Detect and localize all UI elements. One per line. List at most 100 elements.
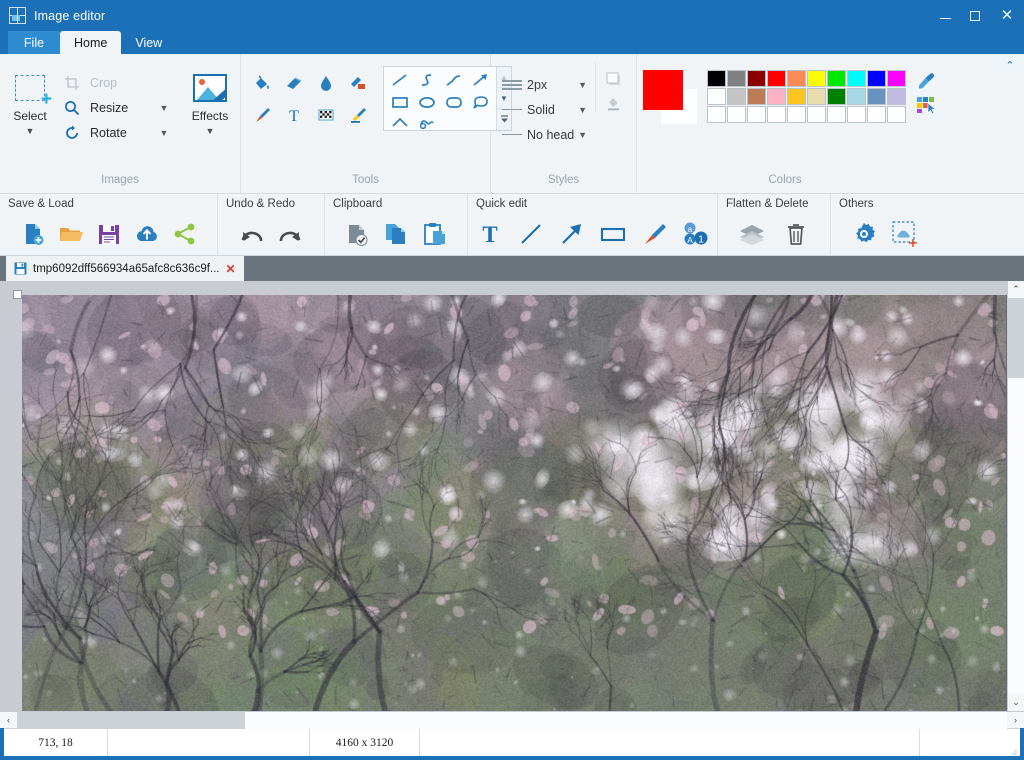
color-swatch-row2-0[interactable]	[707, 88, 726, 105]
color-swatch-row3-2[interactable]	[747, 106, 766, 123]
scroll-right-button[interactable]: ›	[1007, 712, 1024, 729]
color-swatch-row3-0[interactable]	[707, 106, 726, 123]
s-curve-shape[interactable]	[413, 69, 440, 91]
color-swatch-row3-6[interactable]	[827, 106, 846, 123]
color-swatch-row2-2[interactable]	[747, 88, 766, 105]
shadow-style-icon[interactable]	[604, 70, 624, 88]
color-palette-icon[interactable]	[916, 96, 936, 114]
collapse-ribbon-button[interactable]: ⌃	[1000, 56, 1020, 74]
tab-home[interactable]: Home	[60, 31, 122, 54]
rounded-rect-shape[interactable]	[440, 91, 467, 113]
color-replace-icon[interactable]	[343, 68, 373, 98]
line-style-dropdown[interactable]: Solid ▼	[497, 97, 591, 122]
color-swatch-row3-7[interactable]	[847, 106, 866, 123]
color-swatch-row2-6[interactable]	[827, 88, 846, 105]
color-swatch-row2-9[interactable]	[887, 88, 906, 105]
color-swatch-row2-4[interactable]	[787, 88, 806, 105]
copy-icon[interactable]	[381, 219, 411, 249]
undo-arrow-icon[interactable]	[237, 219, 267, 249]
eyedropper-icon[interactable]	[917, 72, 935, 90]
paintbrush-icon[interactable]	[247, 100, 277, 130]
water-drop-icon[interactable]	[311, 68, 341, 98]
color-swatch-row2-3[interactable]	[767, 88, 786, 105]
effects-caret-icon[interactable]: ▼	[206, 126, 215, 136]
color-swatch-row1-4[interactable]	[787, 70, 806, 87]
color-swatch-row3-9[interactable]	[887, 106, 906, 123]
line-style-caret-icon[interactable]: ▼	[578, 105, 591, 115]
fill-bucket-icon[interactable]	[247, 68, 277, 98]
color-swatch-row1-2[interactable]	[747, 70, 766, 87]
color-swatch-row1-0[interactable]	[707, 70, 726, 87]
highlighter-icon[interactable]	[343, 100, 373, 130]
fill-style-icon[interactable]	[604, 94, 624, 112]
trash-delete-icon[interactable]	[781, 219, 811, 249]
resize-button[interactable]: Resize ▼	[64, 95, 172, 120]
rotate-button[interactable]: Rotate ▼	[64, 120, 172, 145]
scroll-down-button[interactable]: ⌄	[1007, 694, 1024, 711]
scroll-up-button[interactable]: ⌃	[1007, 281, 1024, 298]
line-shape[interactable]	[386, 69, 413, 91]
color-swatch-row1-3[interactable]	[767, 70, 786, 87]
color-swatch-row1-8[interactable]	[867, 70, 886, 87]
share-icon[interactable]	[170, 219, 200, 249]
line-width-caret-icon[interactable]: ▼	[578, 80, 591, 90]
close-button[interactable]: ✕	[990, 0, 1024, 31]
primary-color-swatch[interactable]	[643, 70, 683, 110]
color-swatch-row3-5[interactable]	[807, 106, 826, 123]
rectangle-icon[interactable]	[599, 219, 628, 249]
vertical-scroll-thumb[interactable]	[1007, 298, 1024, 378]
line-icon[interactable]	[517, 219, 546, 249]
vertical-scroll-track[interactable]	[1007, 298, 1024, 694]
brush-icon[interactable]	[639, 219, 668, 249]
arrowhead-dropdown[interactable]: No head ▼	[497, 122, 591, 147]
save-disk-icon[interactable]	[94, 219, 124, 249]
color-swatch-row1-6[interactable]	[827, 70, 846, 87]
effects-button[interactable]: Effects ▼	[186, 62, 234, 136]
arrow-shape[interactable]	[467, 69, 494, 91]
color-swatch-row3-1[interactable]	[727, 106, 746, 123]
cut-icon[interactable]	[343, 219, 373, 249]
scribble-shape[interactable]	[413, 113, 440, 130]
color-swatch-row1-7[interactable]	[847, 70, 866, 87]
select-caret-icon[interactable]: ▼	[26, 126, 35, 136]
tab-view[interactable]: View	[121, 31, 176, 54]
open-folder-icon[interactable]	[56, 219, 86, 249]
crop-button[interactable]: Crop	[64, 70, 172, 95]
settings-gear-icon[interactable]	[849, 219, 879, 249]
color-swatch-row2-7[interactable]	[847, 88, 866, 105]
color-swatch-row3-8[interactable]	[867, 106, 886, 123]
paste-icon[interactable]	[419, 219, 449, 249]
arrowhead-caret-icon[interactable]: ▼	[578, 130, 591, 140]
add-stamp-icon[interactable]	[891, 219, 921, 249]
canvas-viewport[interactable]	[0, 281, 1007, 711]
arrow-icon[interactable]	[558, 219, 587, 249]
upload-cloud-icon[interactable]	[132, 219, 162, 249]
layers-flatten-icon[interactable]	[737, 219, 767, 249]
curve-shape[interactable]	[440, 69, 467, 91]
selection-handle[interactable]	[13, 290, 22, 299]
image-canvas[interactable]	[22, 295, 1007, 711]
rotate-caret-icon[interactable]: ▼	[156, 128, 172, 138]
scroll-left-button[interactable]: ‹	[0, 712, 17, 729]
color-swatch-row1-5[interactable]	[807, 70, 826, 87]
eraser-icon[interactable]	[279, 68, 309, 98]
chevron-shape[interactable]	[386, 113, 413, 130]
canvas-horizontal-scrollbar[interactable]: ‹ ›	[0, 711, 1024, 729]
document-tab[interactable]: tmp6092dff566934a65afc8c636c9f... ✕	[6, 256, 244, 281]
line-width-dropdown[interactable]: 2px ▼	[497, 72, 591, 97]
color-swatch-row2-8[interactable]	[867, 88, 886, 105]
rectangle-shape[interactable]	[386, 91, 413, 113]
resize-caret-icon[interactable]: ▼	[156, 103, 172, 113]
speech-bubble-shape[interactable]	[467, 91, 494, 113]
redo-arrow-icon[interactable]	[275, 219, 305, 249]
color-swatch-row2-1[interactable]	[727, 88, 746, 105]
color-swatch-row3-3[interactable]	[767, 106, 786, 123]
color-swatch-row2-5[interactable]	[807, 88, 826, 105]
color-swatch-row1-9[interactable]	[887, 70, 906, 87]
color-swatch-row1-1[interactable]	[727, 70, 746, 87]
document-tab-close-icon[interactable]: ✕	[226, 262, 236, 276]
ellipse-shape[interactable]	[413, 91, 440, 113]
auto-number-icon[interactable]: aA1	[680, 219, 709, 249]
canvas-vertical-scrollbar[interactable]: ⌃ ⌄	[1007, 281, 1024, 711]
color-swatch-row3-4[interactable]	[787, 106, 806, 123]
